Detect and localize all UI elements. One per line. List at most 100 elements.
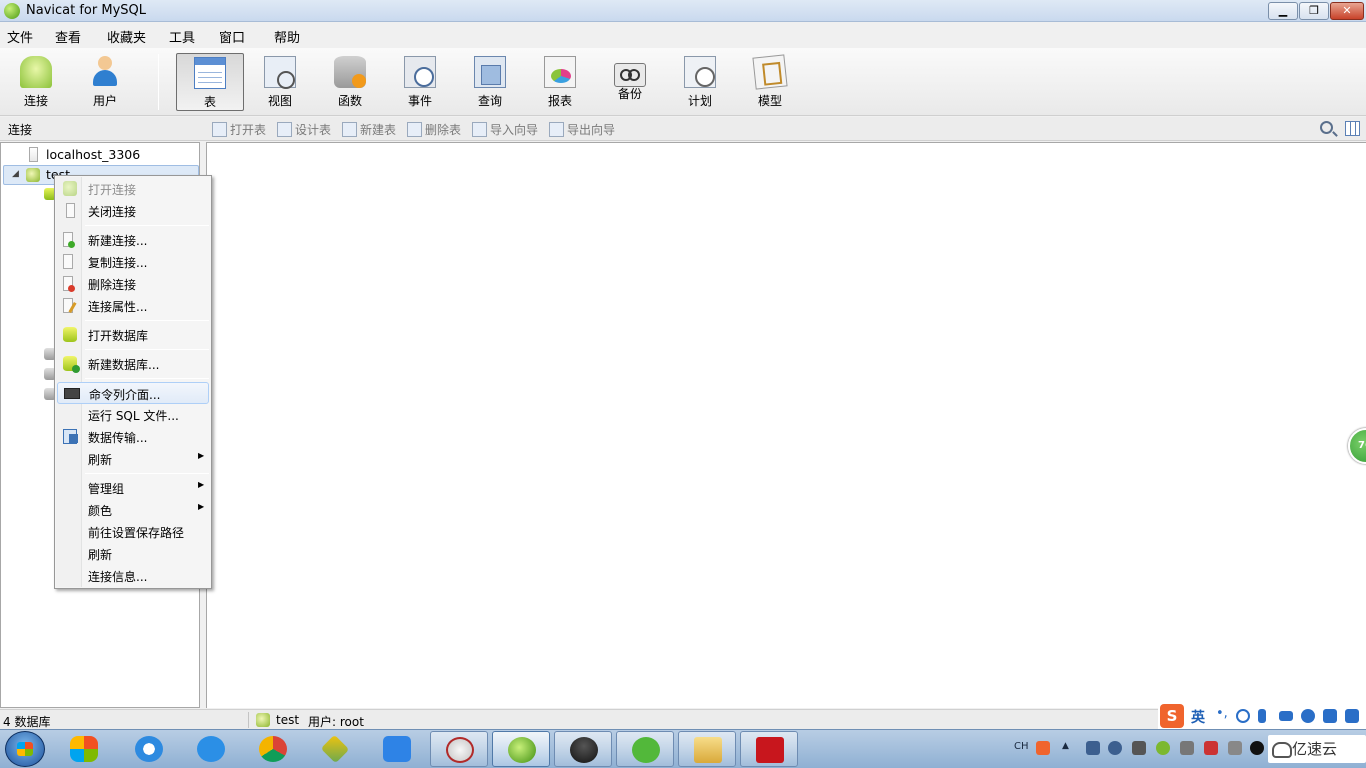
- menu-data-transfer[interactable]: 数据传输...: [57, 426, 209, 448]
- minimize-button[interactable]: ▁: [1268, 2, 1298, 20]
- emoji-icon[interactable]: [1236, 709, 1250, 723]
- toolbar-connection-button[interactable]: 连接: [2, 53, 70, 111]
- user-center-icon[interactable]: [1301, 709, 1315, 723]
- menu-file[interactable]: 文件: [7, 27, 33, 46]
- sogou-logo-icon[interactable]: S: [1160, 704, 1184, 728]
- maximize-button[interactable]: ❐: [1299, 2, 1329, 20]
- toolbar-report-button[interactable]: 报表: [526, 53, 594, 111]
- show-hidden-icons-icon[interactable]: ▲: [1062, 741, 1076, 755]
- grid-view-icon[interactable]: [1345, 121, 1360, 136]
- new-table-button[interactable]: 新建表: [342, 121, 396, 138]
- snipping-tool-icon: [446, 737, 474, 763]
- qq-penguin-icon[interactable]: [1250, 741, 1264, 755]
- toolbar-table-button[interactable]: 表: [176, 53, 244, 111]
- menu-item-label: 删除连接: [88, 278, 137, 292]
- taskbar-app-explorer[interactable]: [55, 731, 113, 767]
- volume-muted-icon[interactable]: [1204, 741, 1218, 755]
- input-language-indicator[interactable]: CH: [1014, 741, 1029, 752]
- menu-close-connection[interactable]: 关闭连接: [57, 200, 209, 222]
- status-connection-name: test: [276, 713, 300, 727]
- wechat-icon: [632, 737, 660, 763]
- taskbar-app-snipping[interactable]: [430, 731, 488, 767]
- menu-manage-group[interactable]: 管理组 ▶: [57, 477, 209, 499]
- toolbar-function-button[interactable]: 函数: [316, 53, 384, 111]
- taskbar-app-chrome[interactable]: [244, 731, 302, 767]
- menu-color[interactable]: 颜色 ▶: [57, 499, 209, 521]
- menu-window[interactable]: 窗口: [219, 27, 245, 46]
- menu-tools[interactable]: 工具: [169, 27, 195, 46]
- object-list-area[interactable]: [206, 142, 1366, 708]
- menu-connection-properties[interactable]: 连接属性...: [57, 295, 209, 317]
- taskbar-app-acrobat[interactable]: [740, 731, 798, 767]
- chrome-icon: [259, 736, 287, 762]
- toolbar-label: 表: [203, 95, 216, 109]
- toolbar-backup-button[interactable]: 备份: [596, 53, 664, 111]
- sogou-tray-icon[interactable]: [1036, 741, 1050, 755]
- taskbar-app-wechat[interactable]: [616, 731, 674, 767]
- taskbar-app-baidu[interactable]: [182, 731, 240, 767]
- start-button[interactable]: [5, 731, 45, 767]
- main-toolbar: 连接 用户 表 视图 函数 事件 查询 报表 备份 计划 模型: [0, 48, 1366, 116]
- menu-view[interactable]: 查看: [55, 27, 81, 46]
- toolbar-user-button[interactable]: 用户: [71, 53, 139, 111]
- menu-item-label: 前往设置保存路径: [88, 526, 185, 540]
- submenu-arrow-icon: ▶: [198, 502, 205, 511]
- export-wizard-button[interactable]: 导出向导: [549, 121, 615, 138]
- toolbar-query-button[interactable]: 查询: [456, 53, 524, 111]
- design-table-button[interactable]: 设计表: [277, 121, 331, 138]
- menu-bar: 文件 查看 收藏夹 工具 窗口 帮助: [0, 22, 1366, 48]
- menu-favorites[interactable]: 收藏夹: [107, 27, 146, 46]
- menu-help[interactable]: 帮助: [274, 27, 300, 46]
- toolbar-model-button[interactable]: 模型: [736, 53, 804, 111]
- ime-language-toggle[interactable]: 英: [1191, 707, 1205, 727]
- menu-item-label: 复制连接...: [88, 256, 148, 270]
- submenu-arrow-icon: ▶: [198, 480, 205, 489]
- bluetooth-icon[interactable]: [1108, 741, 1122, 755]
- menu-goto-save-path[interactable]: 前往设置保存路径: [57, 521, 209, 543]
- import-wizard-button[interactable]: 导入向导: [472, 121, 538, 138]
- printer-icon[interactable]: [1228, 741, 1242, 755]
- keyboard-icon[interactable]: [1279, 711, 1293, 721]
- taskbar-app-folder[interactable]: [678, 731, 736, 767]
- menu-open-database[interactable]: 打开数据库: [57, 324, 209, 346]
- collapse-arrow-icon[interactable]: ◢: [12, 169, 19, 179]
- menu-refresh-submenu[interactable]: 刷新 ▶: [57, 448, 209, 470]
- microphone-icon[interactable]: [1258, 709, 1266, 723]
- toolbar-label: 报表: [547, 94, 572, 108]
- taskbar-app-navicat[interactable]: [492, 731, 550, 767]
- network-signal-icon[interactable]: [1180, 741, 1194, 755]
- close-connection-icon: [66, 203, 75, 218]
- menu-refresh[interactable]: 刷新: [57, 543, 209, 565]
- search-icon[interactable]: [1320, 121, 1333, 134]
- wrench-icon[interactable]: [1345, 709, 1359, 723]
- security-plus-icon[interactable]: [1156, 741, 1170, 755]
- menu-run-sql-file[interactable]: 运行 SQL 文件...: [57, 404, 209, 426]
- punctuation-icon[interactable]: •,: [1216, 706, 1230, 721]
- menu-connection-info[interactable]: 连接信息...: [57, 565, 209, 587]
- close-button[interactable]: ✕: [1330, 2, 1364, 20]
- taskbar-app-notes[interactable]: [368, 731, 426, 767]
- delete-table-button[interactable]: 删除表: [407, 121, 461, 138]
- open-table-button[interactable]: 打开表: [212, 121, 266, 138]
- taskbar-app-layers[interactable]: [306, 731, 364, 767]
- acrobat-icon: [756, 737, 784, 763]
- action-center-flag-icon[interactable]: [1132, 741, 1146, 755]
- menu-command-line[interactable]: 命令列介面...: [57, 382, 209, 404]
- menu-new-connection[interactable]: 新建连接...: [57, 229, 209, 251]
- toolbar-event-button[interactable]: 事件: [386, 53, 454, 111]
- menu-new-database[interactable]: 新建数据库...: [57, 353, 209, 375]
- menu-separator: [85, 473, 209, 474]
- copy-connection-icon: [63, 254, 73, 269]
- network-adapter-icon[interactable]: [1086, 741, 1100, 755]
- taskbar-app-media[interactable]: [554, 731, 612, 767]
- menu-delete-connection[interactable]: 删除连接: [57, 273, 209, 295]
- toolbar-separator: [158, 54, 159, 110]
- taskbar-app-ie[interactable]: [120, 731, 178, 767]
- submenu-arrow-icon: ▶: [198, 451, 205, 460]
- menu-copy-connection[interactable]: 复制连接...: [57, 251, 209, 273]
- toolbar-schedule-button[interactable]: 计划: [666, 53, 734, 111]
- skin-icon[interactable]: [1323, 709, 1337, 723]
- database-count: 4 数据库: [3, 715, 51, 729]
- toolbar-view-button[interactable]: 视图: [246, 53, 314, 111]
- data-transfer-icon: [63, 429, 78, 444]
